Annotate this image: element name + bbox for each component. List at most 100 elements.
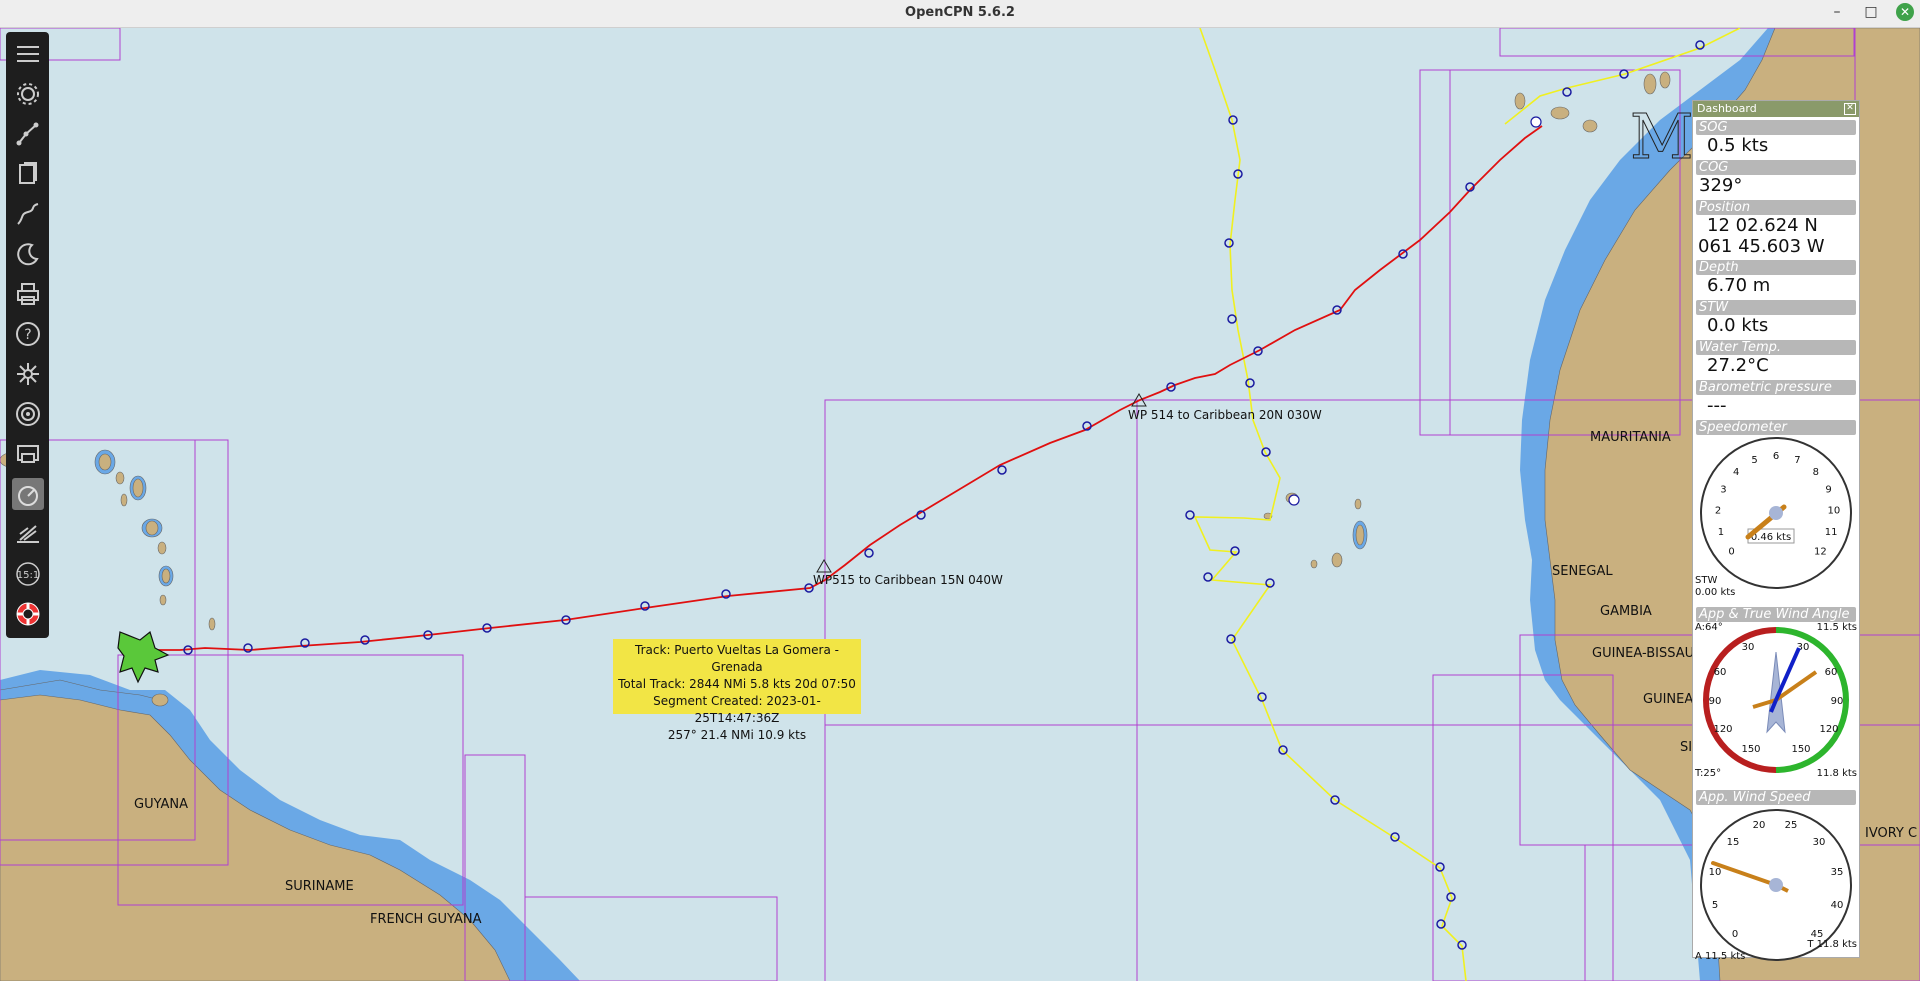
speedometer-tick-label: 4 <box>1733 467 1739 478</box>
water-temp-value: 27.2°C <box>1707 355 1769 376</box>
svg-text:?: ? <box>24 327 31 343</box>
label-wp515[interactable]: WP515 to Caribbean 15N 040W <box>813 573 1003 587</box>
svg-text:20: 20 <box>1753 820 1766 831</box>
speedometer-tick-label: 11 <box>1825 527 1838 538</box>
baro-label: Barometric pressure <box>1696 380 1856 395</box>
label-wp514[interactable]: WP 514 to Caribbean 20N 030W <box>1128 408 1322 422</box>
sog-value: 0.5 kts <box>1707 135 1769 156</box>
sog-label: SOG <box>1696 120 1856 135</box>
depth-label: Depth <box>1696 260 1856 275</box>
wind-t-angle: T:25° <box>1695 768 1722 779</box>
speedometer-tick-label: 1 <box>1718 527 1724 538</box>
aws-t: T 11.8 kts <box>1807 939 1857 950</box>
ais-icon[interactable] <box>12 358 44 390</box>
main-toolbar: ? 15:1 <box>6 32 49 638</box>
window-title: OpenCPN 5.6.2 <box>905 5 1015 20</box>
document-icon[interactable] <box>12 158 44 190</box>
label-ivory: IVORY C <box>1865 826 1918 841</box>
svg-text:25: 25 <box>1785 820 1798 831</box>
minimize-icon[interactable]: – <box>1828 3 1846 21</box>
stw-label: STW <box>1696 300 1856 315</box>
chart-svg: M S <box>0 28 1920 981</box>
tooltip-line2: Total Track: 2844 NMi 5.8 kts 20d 07:50 <box>618 677 856 691</box>
chart-canvas[interactable]: M S MAURITANIA SENEGAL GAMBIA GUINEA-BIS… <box>0 28 1920 981</box>
close-icon[interactable]: ✕ <box>1896 3 1914 21</box>
label-suriname: SURINAME <box>285 879 354 894</box>
tide-icon[interactable] <box>12 518 44 550</box>
label-gambia: GAMBIA <box>1600 604 1652 619</box>
tooltip-line3: Segment Created: 2023-01-25T14:47:36Z <box>653 694 821 725</box>
position-lon: 061 45.603 W <box>1698 236 1825 257</box>
help-icon[interactable]: ? <box>12 318 44 350</box>
svg-text:0: 0 <box>1732 929 1738 940</box>
svg-text:35: 35 <box>1831 867 1844 878</box>
stw-value: 0.0 kts <box>1707 315 1769 336</box>
wind-a-speed: 11.5 kts <box>1816 622 1857 633</box>
speedometer-tick-label: 6 <box>1773 451 1779 462</box>
speedometer-tick-label: 10 <box>1828 506 1841 517</box>
night-mode-icon[interactable] <box>12 238 44 270</box>
app-wind-speed-gauge: 0 5 10 15 20 25 30 35 40 45 A 11.5 kts T… <box>1693 805 1859 965</box>
settings-icon[interactable] <box>12 78 44 110</box>
dashboard-header[interactable]: Dashboard ✕ <box>1693 101 1859 117</box>
dashboard-close-icon[interactable]: ✕ <box>1844 103 1856 115</box>
svg-text:120: 120 <box>1713 724 1732 735</box>
speedometer-readout: 0.46 kts <box>1751 532 1791 543</box>
speedometer-tick-label: 3 <box>1720 485 1726 496</box>
svg-text:60: 60 <box>1825 667 1838 678</box>
wind-angle-gauge: A:64° 11.5 kts 30 60 90 120 150 150 120 … <box>1693 622 1859 782</box>
menu-icon[interactable] <box>12 38 44 70</box>
speedometer-gauge: 0 1 2 3 4 5 6 7 8 9 10 11 12 0.46 kts STW 0.00 kts <box>1693 435 1859 598</box>
cog-value: 329° <box>1699 175 1743 196</box>
label-senegal: SENEGAL <box>1552 564 1613 579</box>
svg-text:150: 150 <box>1741 744 1760 755</box>
dashboard-active-icon[interactable] <box>12 478 44 510</box>
scale-icon[interactable]: 15:1 <box>12 558 44 590</box>
route-icon[interactable] <box>12 118 44 150</box>
label-guyana: GUYANA <box>134 797 189 812</box>
aws-a: A 11.5 kts <box>1695 951 1746 962</box>
dashboard-icon[interactable] <box>12 438 44 470</box>
track-icon[interactable] <box>12 198 44 230</box>
label-sierra: SI <box>1680 740 1693 755</box>
label-french-guyana: FRENCH GUYANA <box>370 912 482 927</box>
baro-value: --- <box>1707 395 1727 416</box>
wind-a-angle: A:64° <box>1695 622 1723 633</box>
svg-text:30: 30 <box>1813 837 1826 848</box>
svg-text:90: 90 <box>1831 696 1844 707</box>
speedometer-tick-label: 2 <box>1715 506 1721 517</box>
wind-angle-label: App & True Wind Angle <box>1696 607 1856 622</box>
speedometer-tick-label: 12 <box>1814 546 1827 557</box>
maximize-icon[interactable]: □ <box>1862 3 1880 21</box>
print-icon[interactable] <box>12 278 44 310</box>
speedometer-tick-label: 5 <box>1751 455 1757 466</box>
svg-text:120: 120 <box>1819 724 1838 735</box>
svg-text:40: 40 <box>1831 900 1844 911</box>
svg-text:30: 30 <box>1742 642 1755 653</box>
speedometer-tick-label: 9 <box>1825 485 1831 496</box>
speedometer-label: Speedometer <box>1696 420 1856 435</box>
svg-text:10: 10 <box>1709 867 1722 878</box>
wind-t-speed: 11.8 kts <box>1816 768 1857 779</box>
svg-text:5: 5 <box>1712 900 1718 911</box>
svg-text:15: 15 <box>1727 837 1740 848</box>
track-tooltip: Track: Puerto Vueltas La Gomera - Grenad… <box>613 639 861 742</box>
app-wind-speed-label: App. Wind Speed <box>1696 790 1856 805</box>
speedometer-tick-label: 7 <box>1794 455 1800 466</box>
tooltip-line4: 257° 21.4 NMi 10.9 kts <box>667 728 807 742</box>
position-lat: 12 02.624 N <box>1707 215 1818 236</box>
label-guinea: GUINEA <box>1643 692 1694 707</box>
svg-text:15:1: 15:1 <box>17 570 39 581</box>
svg-text:60: 60 <box>1714 667 1727 678</box>
dashboard-panel: Dashboard ✕ SOG 0.5 kts COG 329° Positio… <box>1692 100 1860 962</box>
label-mauritania: MAURITANIA <box>1590 430 1671 445</box>
water-temp-label: Water Temp. <box>1696 340 1856 355</box>
tooltip-line1: Track: Puerto Vueltas La Gomera - Grenad… <box>635 643 839 674</box>
position-label: Position <box>1696 200 1856 215</box>
speedometer-stw-label: STW <box>1695 575 1718 586</box>
radar-icon[interactable] <box>12 398 44 430</box>
lifebuoy-icon[interactable] <box>12 598 44 630</box>
label-guinea-bissau: GUINEA-BISSAU <box>1592 646 1695 661</box>
svg-text:150: 150 <box>1791 744 1810 755</box>
dashboard-title: Dashboard <box>1697 102 1757 115</box>
